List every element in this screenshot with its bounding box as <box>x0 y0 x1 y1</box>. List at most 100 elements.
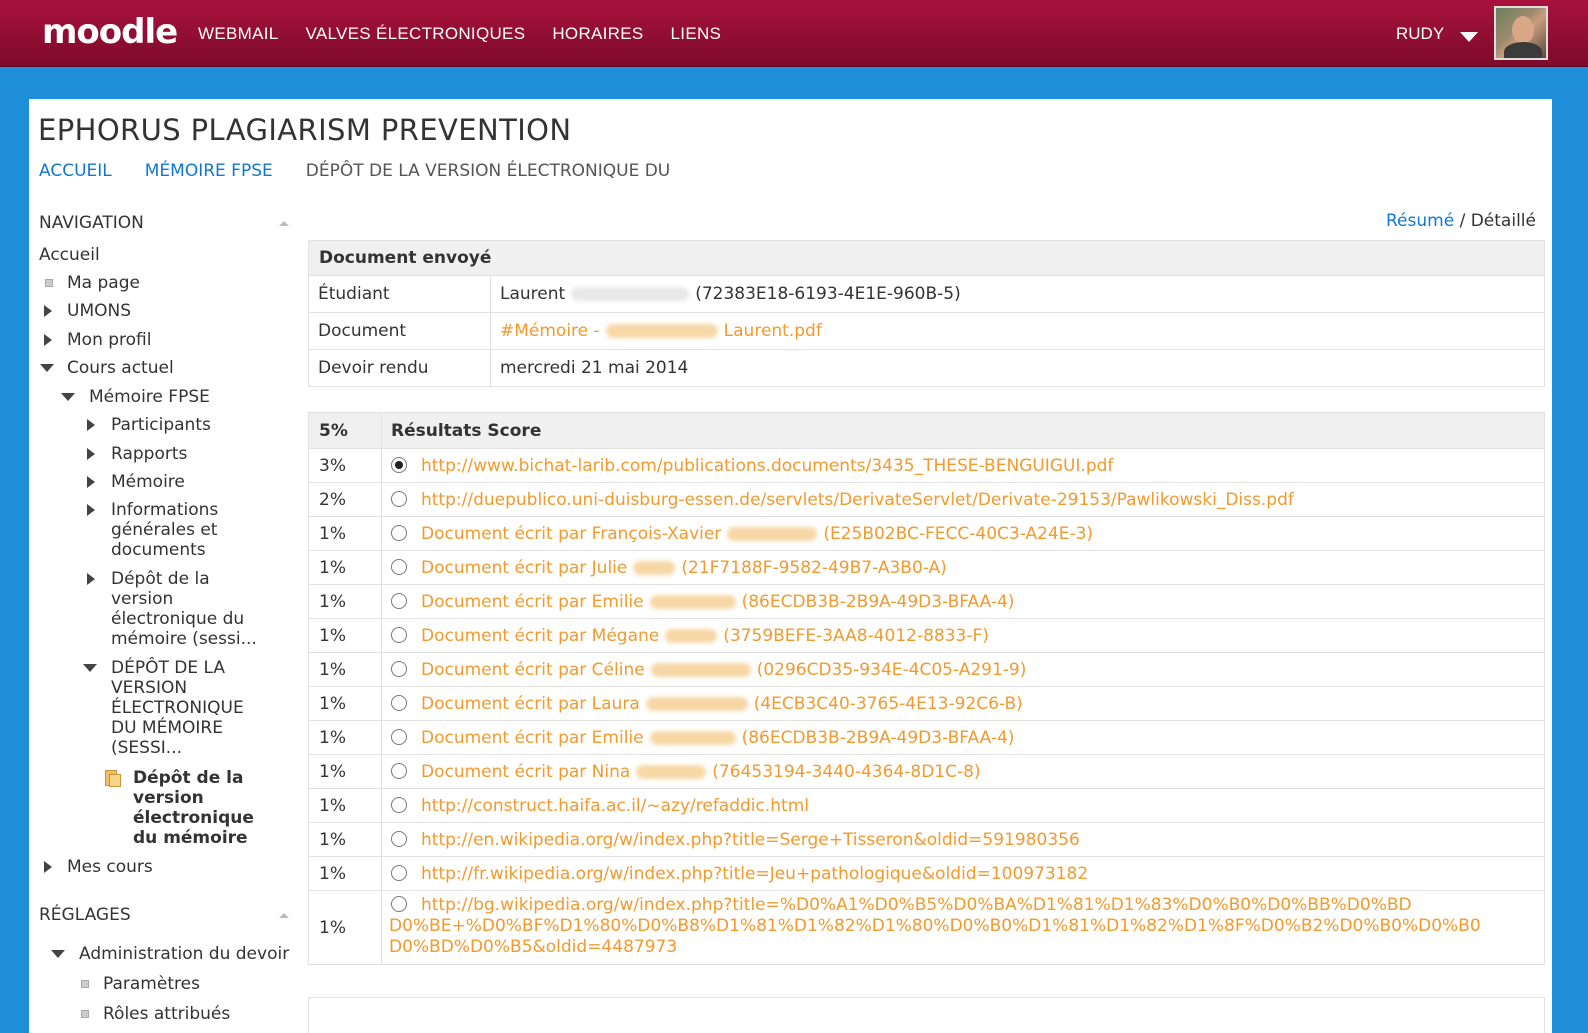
sidebar-item-mes-cours[interactable]: Mes cours <box>39 857 289 879</box>
result-link[interactable]: Document écrit par François-Xavier <box>421 524 721 544</box>
result-link[interactable]: Document écrit par Laura <box>421 694 640 714</box>
result-link[interactable]: http://bg.wikipedia.org/w/index.php?titl… <box>421 895 1412 915</box>
result-cell: Document écrit par Laura (4ECB3C40-3765-4… <box>381 686 1545 721</box>
score-percent: 1% <box>308 822 382 857</box>
avatar-face <box>1512 16 1534 44</box>
sidebar-item-label: ÉLECTRONIQUE <box>111 698 244 718</box>
result-link[interactable]: Document écrit par Emilie <box>421 728 644 748</box>
result-radio[interactable] <box>391 490 407 507</box>
nav-liens[interactable]: LIENS <box>671 24 722 44</box>
sidebar-item-accueil[interactable]: Accueil <box>39 245 100 265</box>
result-id[interactable]: (0296CD35-934E-4C05-A291-9) <box>757 660 1027 680</box>
sidebar-item-label: documents <box>111 540 206 560</box>
result-link[interactable]: Document écrit par Céline <box>421 660 645 680</box>
nav-valves[interactable]: VALVES ÉLECTRONIQUES <box>306 24 526 44</box>
moodle-logo[interactable]: moodle <box>42 12 178 52</box>
sidebar-item-depot-current[interactable]: Dépôt de la version électronique du mémo… <box>39 768 289 852</box>
result-radio[interactable] <box>391 660 407 677</box>
result-link[interactable]: Document écrit par Nina <box>421 762 630 782</box>
document-link-prefix[interactable]: #Mémoire - <box>500 321 600 341</box>
result-id[interactable]: (E25B02BC-FECC-40C3-A24E-3) <box>823 524 1093 544</box>
page-content: EPHORUS PLAGIARISM PREVENTION ACCUEIL MÉ… <box>29 99 1552 1033</box>
sidebar-item-depot-caps[interactable]: DÉPÔT DE LA VERSION ÉLECTRONIQUE DU MÉMO… <box>39 658 289 758</box>
sidebar-item-parametres[interactable]: Paramètres <box>39 974 289 996</box>
nav-webmail[interactable]: WEBMAIL <box>198 24 279 44</box>
sidebar-item-cours-actuel[interactable]: Cours actuel <box>39 358 289 380</box>
result-cell: Document écrit par Julie (21F7188F-9582-4… <box>381 550 1545 585</box>
result-link[interactable]: http://duepublico.uni-duisburg-essen.de/… <box>421 490 1294 510</box>
sidebar-item-roles[interactable]: Rôles attribués <box>39 1004 289 1026</box>
avatar-body <box>1504 42 1542 58</box>
redacted-name <box>571 287 690 301</box>
avatar[interactable] <box>1494 6 1548 60</box>
result-link[interactable]: http://en.wikipedia.org/w/index.php?titl… <box>421 830 1080 850</box>
sidebar-item-ma-page[interactable]: Ma page <box>39 273 289 295</box>
result-link[interactable]: D0%BE+%D0%BF%D1%80%D0%B8%D1%81%D1%82%D1%… <box>389 916 1544 937</box>
breadcrumb-memoire-fpse[interactable]: MÉMOIRE FPSE <box>145 161 273 181</box>
result-radio[interactable] <box>391 456 407 473</box>
score-percent: 1% <box>308 856 382 891</box>
result-cell: http://construct.haifa.ac.il/~azy/refadd… <box>381 788 1545 823</box>
sidebar-item-rapports[interactable]: Rapports <box>39 444 289 466</box>
result-radio[interactable] <box>391 694 407 711</box>
result-link[interactable]: Document écrit par Julie <box>421 558 627 578</box>
result-radio[interactable] <box>391 524 407 541</box>
table-row: Devoir rendu mercredi 21 mai 2014 <box>308 349 1545 387</box>
result-cell: http://www.bichat-larib.com/publications… <box>381 448 1545 483</box>
breadcrumb-current: DÉPÔT DE LA VERSION ÉLECTRONIQUE DU <box>305 161 671 181</box>
redacted-name <box>645 696 748 711</box>
collapse-icon[interactable] <box>279 913 289 918</box>
sidebar-item-mon-profil[interactable]: Mon profil <box>39 330 289 352</box>
chevron-right-icon <box>44 861 52 873</box>
page-title: EPHORUS PLAGIARISM PREVENTION <box>38 113 572 147</box>
result-radio[interactable] <box>391 728 407 745</box>
result-radio[interactable] <box>391 896 407 912</box>
score-percent: 1% <box>308 516 382 551</box>
result-id[interactable]: (76453194-3440-4364-8D1C-8) <box>712 762 980 782</box>
result-id[interactable]: (4ECB3C40-3765-4E13-92C6-B) <box>754 694 1023 714</box>
result-radio[interactable] <box>391 626 407 643</box>
result-id[interactable]: (86ECDB3B-2B9A-49D3-BFAA-4) <box>742 592 1015 612</box>
chevron-right-icon <box>87 504 95 516</box>
settings-title-label: RÉGLAGES <box>39 905 131 925</box>
result-radio[interactable] <box>391 762 407 779</box>
table-row: 1% Document écrit par François-Xavier (E25… <box>308 516 1545 551</box>
user-name[interactable]: RUDY <box>1396 24 1444 44</box>
document-link-suffix[interactable]: Laurent.pdf <box>724 321 822 341</box>
result-link[interactable]: Document écrit par Mégane <box>421 626 659 646</box>
sidebar-item-umons[interactable]: UMONS <box>39 301 289 323</box>
result-link[interactable]: Document écrit par Emilie <box>421 592 644 612</box>
result-link[interactable]: http://www.bichat-larib.com/publications… <box>421 456 1113 476</box>
sidebar-item-label: Mes cours <box>67 857 153 877</box>
document-table: Document envoyé Étudiant Laurent (72383E1… <box>308 240 1545 387</box>
result-radio[interactable] <box>391 864 407 881</box>
collapse-icon[interactable] <box>279 221 289 226</box>
nav-horaires[interactable]: HORAIRES <box>552 24 643 44</box>
result-id[interactable]: (21F7188F-9582-49B7-A3B0-A) <box>681 558 946 578</box>
document-value[interactable]: #Mémoire - Laurent.pdf <box>490 312 1545 350</box>
result-radio[interactable] <box>391 592 407 609</box>
sidebar-item-label: VERSION <box>111 678 188 698</box>
result-link[interactable]: http://fr.wikipedia.org/w/index.php?titl… <box>421 864 1088 884</box>
results-header: Résultats Score <box>381 412 1545 449</box>
result-radio[interactable] <box>391 796 407 813</box>
sidebar-item-label: DÉPÔT DE LA <box>111 658 225 678</box>
result-radio[interactable] <box>391 558 407 575</box>
summary-link[interactable]: Résumé <box>1386 211 1454 231</box>
breadcrumb-accueil[interactable]: ACCUEIL <box>39 161 112 181</box>
chevron-down-icon[interactable] <box>1460 32 1478 42</box>
sidebar-item-participants[interactable]: Participants <box>39 415 289 437</box>
sidebar-item-admin-devoir[interactable]: Administration du devoir <box>39 944 299 966</box>
sidebar-item-memoire[interactable]: Mémoire <box>39 472 289 494</box>
table-row: 1% Document écrit par Julie (21F7188F-9582… <box>308 550 1545 585</box>
result-link[interactable]: D0%BD%D0%B5&oldid=4487973 <box>389 937 1544 958</box>
result-radio[interactable] <box>391 830 407 847</box>
result-cell: Document écrit par Nina (76453194-3440-43… <box>381 754 1545 789</box>
result-id[interactable]: (86ECDB3B-2B9A-49D3-BFAA-4) <box>742 728 1015 748</box>
sidebar-item-memoire-fpse[interactable]: Mémoire FPSE <box>39 387 289 409</box>
result-link[interactable]: http://construct.haifa.ac.il/~azy/refadd… <box>421 796 809 816</box>
sidebar-item-depot[interactable]: Dépôt de la version électronique du mémo… <box>39 569 289 653</box>
sidebar-item-informations[interactable]: Informations générales et documents <box>39 500 289 564</box>
view-separator: / <box>1459 211 1466 231</box>
result-id[interactable]: (3759BEFE-3AA8-4012-8833-F) <box>723 626 989 646</box>
